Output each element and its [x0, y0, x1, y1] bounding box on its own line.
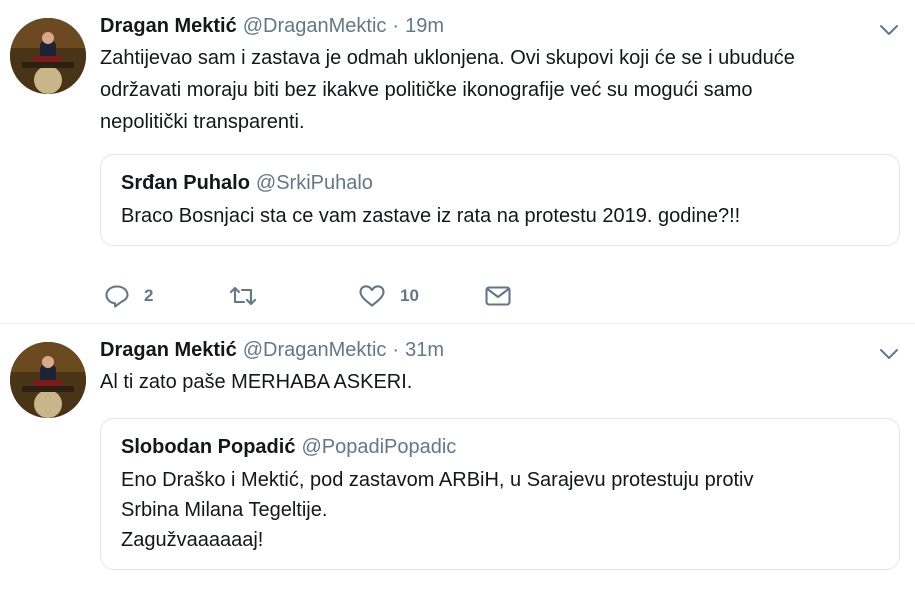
- tweet-text: Al ti zato paše MERHABA ASKERI.: [100, 366, 889, 398]
- avatar[interactable]: [10, 342, 86, 418]
- author-name[interactable]: Dragan Mektić: [100, 338, 237, 362]
- timestamp[interactable]: 19m: [405, 14, 444, 38]
- quoted-tweet-text: Eno Draško i Mektić, pod zastavom ARBiH,…: [121, 465, 879, 555]
- tweet-text-line: održavati moraju biti bez ikakve politič…: [100, 79, 753, 101]
- retweet-icon: [228, 284, 258, 308]
- author-name[interactable]: Dragan Mektić: [100, 14, 237, 38]
- separator-dot: ·: [392, 339, 400, 361]
- envelope-icon: [484, 284, 512, 308]
- chevron-down-icon[interactable]: [877, 342, 901, 366]
- tweet[interactable]: Dragan Mektić @DraganMektic · 19m Zahtij…: [0, 0, 915, 324]
- quoted-tweet[interactable]: Srđan Puhalo @SrkiPuhalo Braco Bosnjaci …: [100, 154, 900, 246]
- quoted-text-line: Zagužvaaaaaaj!: [121, 529, 264, 551]
- quoted-author-name: Srđan Puhalo: [121, 172, 250, 194]
- tweet-text-line: Al ti zato paše MERHABA ASKERI.: [100, 371, 413, 393]
- timestamp[interactable]: 31m: [405, 338, 444, 362]
- tweet-text-line: nepolitički transparenti.: [100, 111, 305, 133]
- quoted-text-line: Eno Draško i Mektić, pod zastavom ARBiH,…: [121, 469, 754, 491]
- tweet[interactable]: Dragan Mektić @DraganMektic · 31m Al ti …: [0, 324, 915, 600]
- tweet-header: Dragan Mektić @DraganMektic · 31m: [100, 338, 889, 362]
- heart-icon: [358, 284, 386, 308]
- author-handle[interactable]: @DraganMektic: [243, 14, 387, 38]
- reply-count: 2: [144, 286, 154, 305]
- quoted-author-handle: @PopadiPopadic: [301, 436, 457, 458]
- reply-button[interactable]: 2: [104, 284, 228, 308]
- author-handle[interactable]: @DraganMektic: [243, 338, 387, 362]
- quoted-tweet[interactable]: Slobodan Popadić @PopadiPopadic Eno Draš…: [100, 418, 900, 570]
- direct-message-button[interactable]: [484, 284, 512, 308]
- avatar[interactable]: [10, 18, 86, 94]
- tweet-text-line: Zahtijevao sam i zastava je odmah uklonj…: [100, 47, 795, 69]
- retweet-button[interactable]: [228, 284, 358, 308]
- quoted-author-handle: @SrkiPuhalo: [255, 172, 373, 194]
- like-button[interactable]: 10: [358, 284, 484, 308]
- quoted-tweet-text: Braco Bosnjaci sta ce vam zastave iz rat…: [121, 201, 879, 231]
- quoted-text-line: Srbina Milana Tegeltije.: [121, 499, 328, 521]
- quoted-tweet-header: Srđan Puhalo @SrkiPuhalo: [121, 171, 879, 195]
- chevron-down-icon[interactable]: [877, 18, 901, 42]
- tweet-header: Dragan Mektić @DraganMektic · 19m: [100, 14, 889, 38]
- like-count: 10: [400, 286, 419, 305]
- separator-dot: ·: [392, 15, 400, 37]
- quoted-author-name: Slobodan Popadić: [121, 436, 296, 458]
- quoted-tweet-header: Slobodan Popadić @PopadiPopadic: [121, 435, 879, 459]
- tweet-actions: 2 10: [104, 281, 512, 311]
- quoted-text-line: Braco Bosnjaci sta ce vam zastave iz rat…: [121, 205, 741, 227]
- tweet-text: Zahtijevao sam i zastava je odmah uklonj…: [100, 42, 889, 138]
- reply-icon: [104, 284, 130, 308]
